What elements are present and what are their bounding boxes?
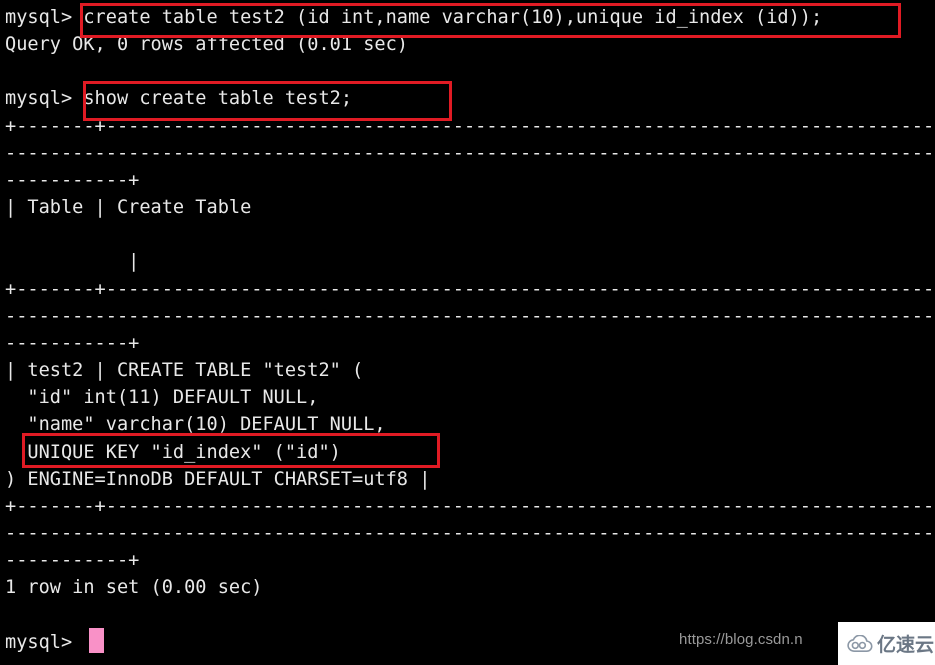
csdn-watermark: https://blog.csdn.n [679,631,803,648]
terminal-line: +-------+-------------------------------… [5,495,935,517]
terminal-line: +-------+-------------------------------… [5,278,935,300]
terminal-line: | Table | Create Table [5,197,252,219]
cloud-icon [847,633,873,653]
terminal-line: Query OK, 0 rows affected (0.01 sec) [5,34,408,56]
terminal-line: -----------+ [5,550,140,572]
terminal-line: UNIQUE KEY "id_index" ("id") [5,441,341,463]
terminal-line: | [5,251,140,273]
terminal-line: mysql> create table test2 (id int,name v… [5,7,823,28]
terminal-cursor [89,628,104,653]
terminal-line: "id" int(11) DEFAULT NULL, [5,387,319,409]
terminal-window[interactable]: mysql> create table test2 (id int,name v… [0,0,935,665]
terminal-line: ----------------------------------------… [5,522,935,544]
terminal-line: -----------+ [5,169,140,191]
terminal-line: mysql> [5,631,73,653]
terminal-line: -----------+ [5,332,140,354]
terminal-line: ----------------------------------------… [5,142,935,164]
terminal-line: mysql> show create table test2; [5,88,353,110]
terminal-line: 1 row in set (0.00 sec) [5,577,263,599]
terminal-line: | test2 | CREATE TABLE "test2" ( [5,360,364,382]
terminal-line: "name" varchar(10) DEFAULT NULL, [5,414,386,436]
terminal-output: mysql> create table test2 (id int,name v… [5,4,935,656]
yisuyun-logo-watermark: 亿速云 [838,622,935,665]
terminal-line: +-------+-------------------------------… [5,115,935,137]
yisuyun-logo-text: 亿速云 [877,634,935,656]
terminal-line: ----------------------------------------… [5,305,935,327]
terminal-line: ) ENGINE=InnoDB DEFAULT CHARSET=utf8 | [5,468,431,490]
